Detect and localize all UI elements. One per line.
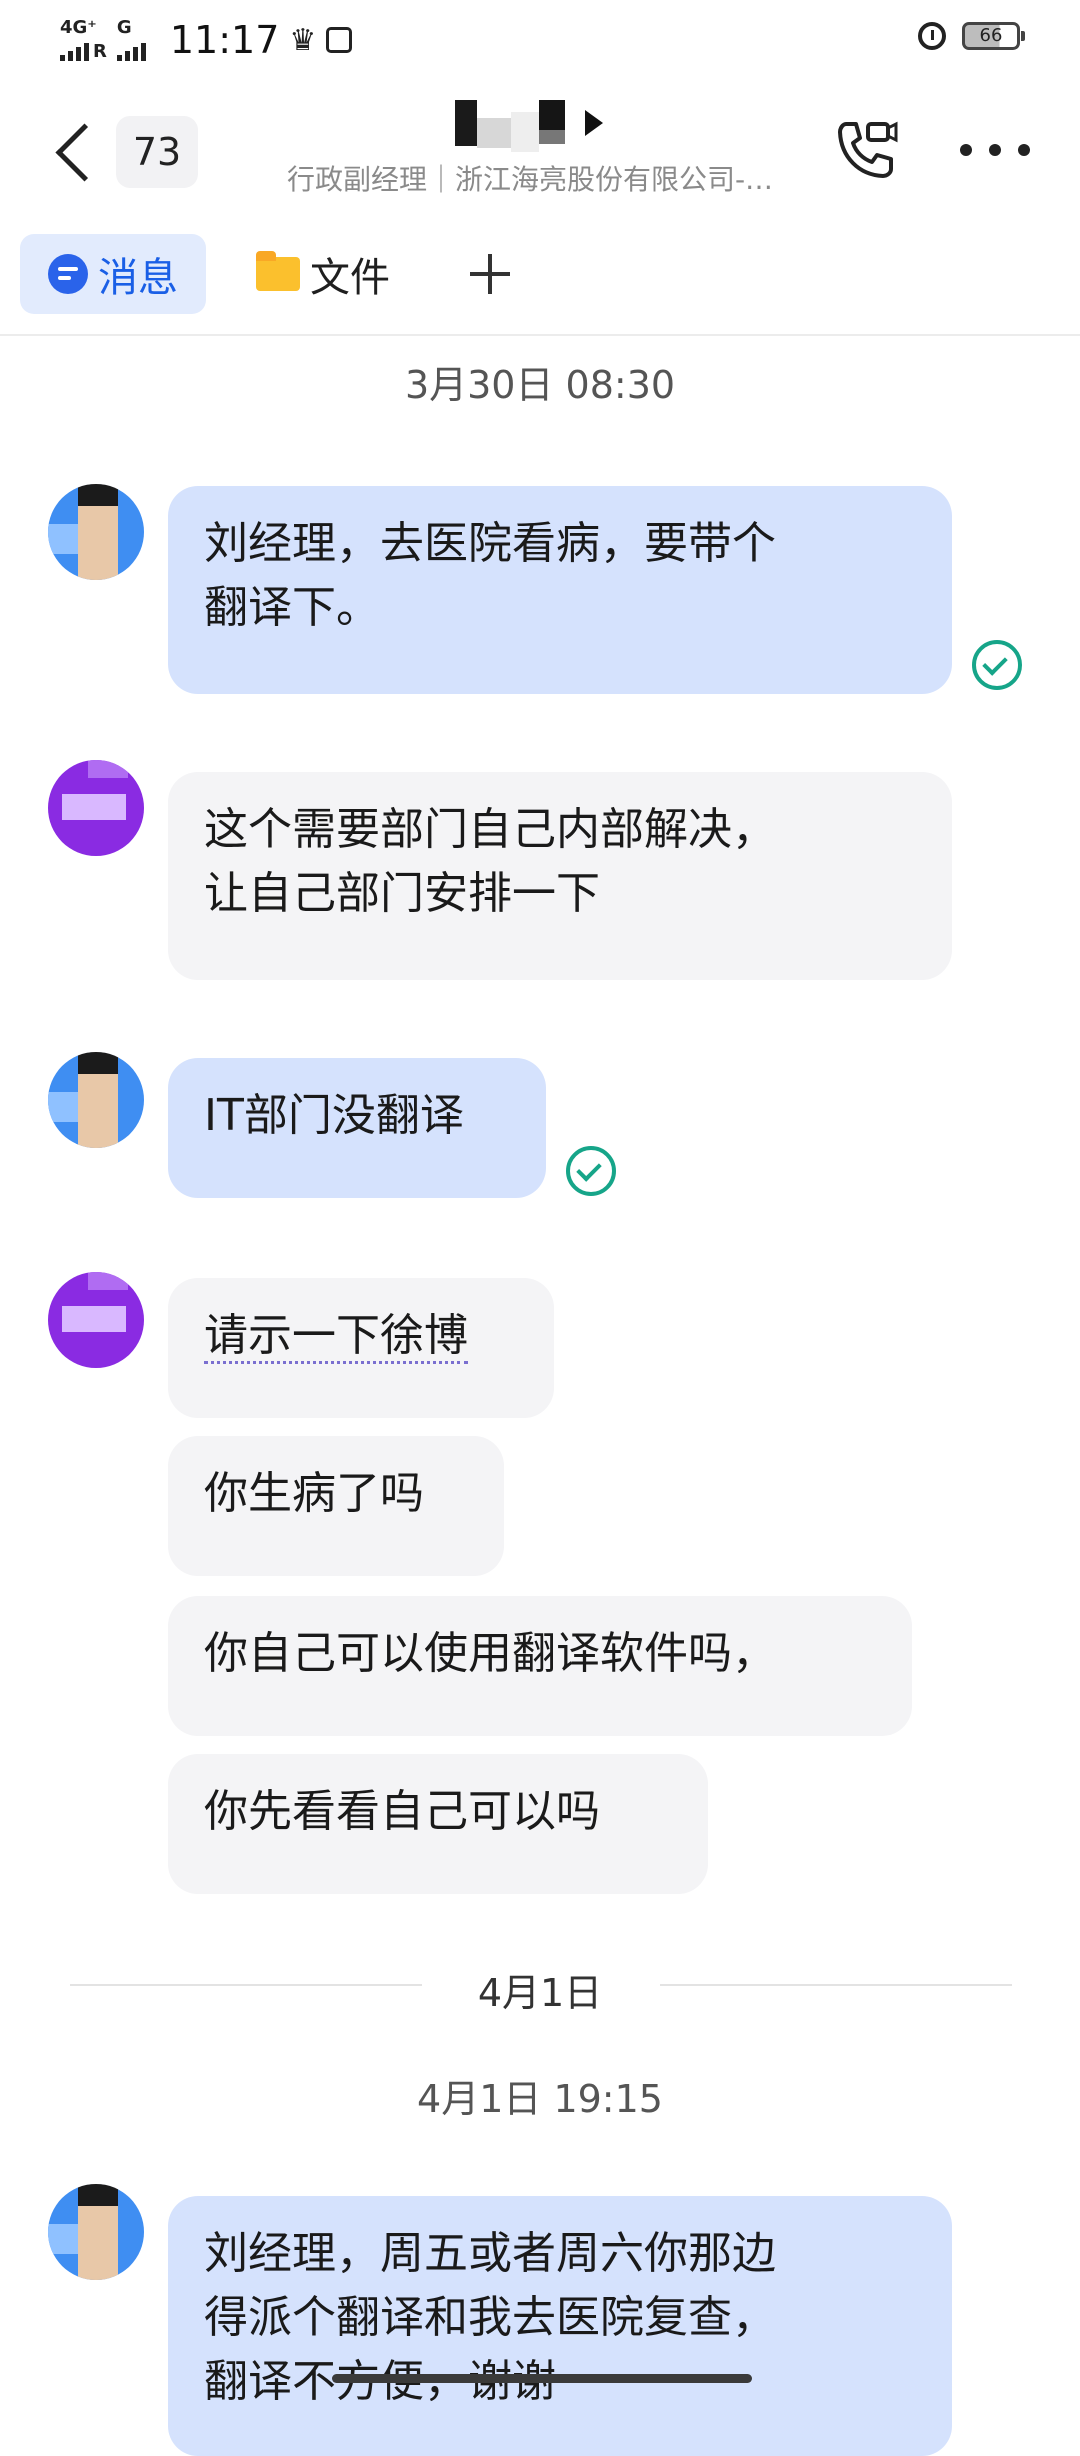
network-type-label: 4G⁺ xyxy=(60,17,97,38)
message-bubble[interactable]: 刘经理，去医院看病，要带个 翻译下。 xyxy=(168,486,952,694)
chat-header: 73 行政副经理｜浙江海亮股份有限公司-… xyxy=(0,82,1080,217)
unread-count-badge[interactable]: 73 xyxy=(116,116,198,188)
avatar[interactable] xyxy=(48,2184,144,2280)
tab-files-label: 文件 xyxy=(310,255,390,301)
battery-icon: 66 xyxy=(962,22,1025,50)
crown-icon: ♛ xyxy=(289,22,317,58)
caret-right-icon xyxy=(585,110,603,136)
message-timestamp: 4月1日 19:15 xyxy=(417,2077,663,2121)
folder-icon xyxy=(256,251,300,291)
avatar[interactable] xyxy=(48,484,144,580)
tab-messages-label: 消息 xyxy=(98,255,178,301)
network-indicator: 4G⁺ R xyxy=(60,19,107,61)
message-bubble[interactable]: 你生病了吗 xyxy=(168,1436,504,1576)
message-icon xyxy=(48,254,88,294)
alarm-icon xyxy=(918,22,946,50)
roaming-label: R xyxy=(93,41,107,62)
status-bar: 4G⁺ R G 11:17 ♛ 66 xyxy=(0,0,1080,82)
tab-files[interactable]: 文件 xyxy=(256,234,390,314)
contact-name-pixelated[interactable] xyxy=(455,92,605,152)
message-timestamp: 3月30日 08:30 xyxy=(404,363,676,407)
message-bubble[interactable]: 请示一下徐博 xyxy=(168,1278,554,1418)
contact-subtitle: 行政副经理｜浙江海亮股份有限公司-… xyxy=(286,163,774,196)
avatar[interactable] xyxy=(48,1052,144,1148)
back-button[interactable] xyxy=(50,118,100,188)
date-divider-label: 4月1日 xyxy=(477,1971,603,2015)
read-check-icon xyxy=(566,1146,616,1196)
clock: 11:17 xyxy=(169,18,280,62)
signal-icon xyxy=(60,37,89,61)
phone-video-call-icon[interactable] xyxy=(832,118,898,184)
avatar[interactable] xyxy=(48,1272,144,1368)
tab-bar: 消息 文件 xyxy=(0,218,1080,336)
sim-icon xyxy=(326,27,353,53)
network-type-label-2: G xyxy=(116,17,132,38)
message-bubble[interactable]: IT部门没翻译 xyxy=(168,1058,546,1198)
message-bubble[interactable]: 你自己可以使用翻译软件吗， xyxy=(168,1596,912,1736)
signal-icon-2 xyxy=(116,37,146,61)
tab-messages[interactable]: 消息 xyxy=(20,234,206,314)
read-check-icon xyxy=(972,640,1022,690)
message-bubble[interactable]: 刘经理，周五或者周六你那边 得派个翻译和我去医院复查， 翻译不方便，谢谢 xyxy=(168,2196,952,2456)
avatar[interactable] xyxy=(48,760,144,856)
add-tab-button[interactable] xyxy=(470,234,514,314)
message-text: 请示一下徐博 xyxy=(204,1310,468,1364)
contact-info[interactable]: 行政副经理｜浙江海亮股份有限公司-… xyxy=(230,92,830,198)
message-bubble[interactable]: 你先看看自己可以吗 xyxy=(168,1754,708,1894)
message-bubble[interactable]: 这个需要部门自己内部解决， 让自己部门安排一下 xyxy=(168,772,952,980)
plus-icon xyxy=(470,254,510,294)
more-options-icon[interactable] xyxy=(960,144,1030,158)
home-indicator[interactable] xyxy=(332,2374,752,2383)
